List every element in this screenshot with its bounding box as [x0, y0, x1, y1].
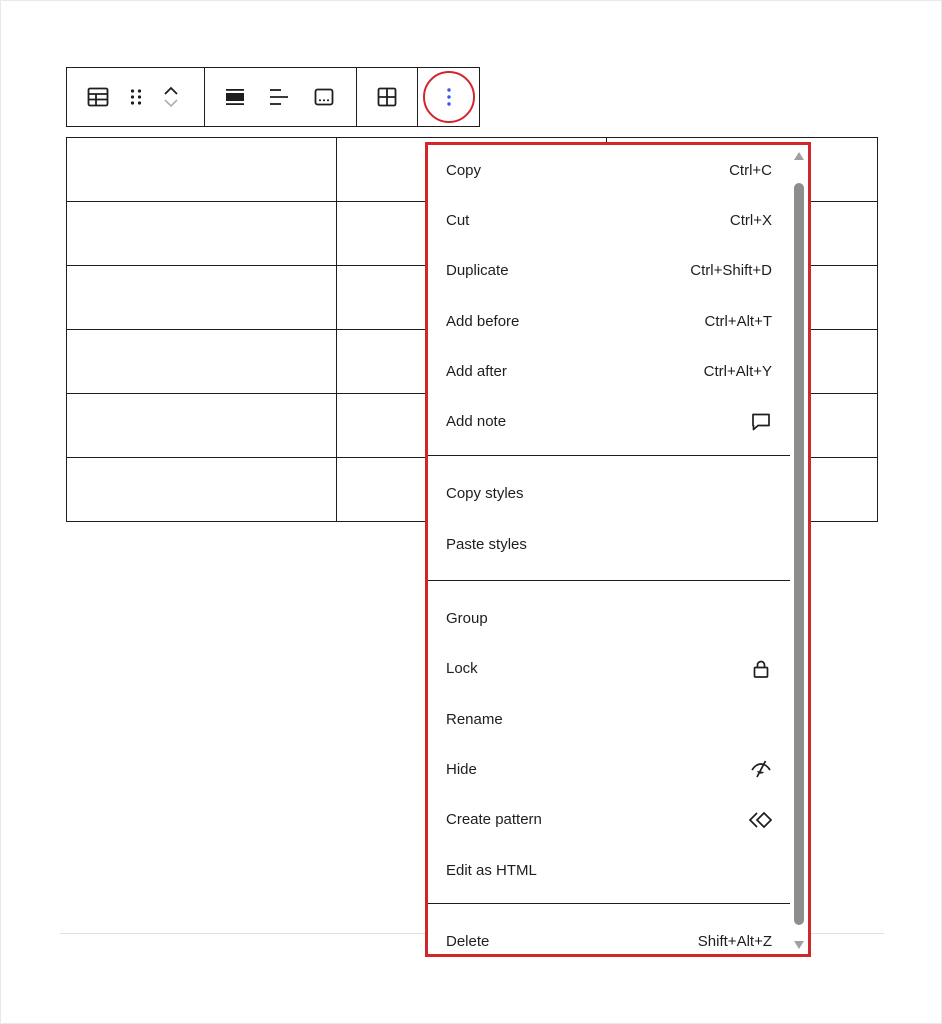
pattern-icon: [748, 811, 773, 828]
lock-icon: [753, 660, 769, 678]
menu-item-lock[interactable]: Lock: [446, 644, 772, 694]
shortcut: Ctrl+C: [729, 161, 772, 179]
shortcut: Shift+Alt+Z: [697, 932, 772, 950]
block-mover: [161, 77, 181, 117]
table-cell[interactable]: [66, 201, 337, 266]
table-cell[interactable]: [66, 457, 337, 522]
menu-item-add-after[interactable]: Add after Ctrl+Alt+Y: [446, 346, 772, 396]
comment-icon: [752, 413, 770, 430]
table-cell[interactable]: [66, 393, 337, 458]
move-up-icon[interactable]: [162, 83, 180, 97]
menu-item-duplicate[interactable]: Duplicate Ctrl+Shift+D: [446, 246, 772, 296]
menu-item-hide[interactable]: Hide: [446, 744, 772, 794]
menu-section-tools: Group Lock Rename Hide Create pattern Ed…: [428, 581, 790, 905]
table-edit-icon: [377, 87, 397, 107]
drag-handle[interactable]: [123, 84, 149, 110]
shortcut: Ctrl+Alt+Y: [703, 362, 772, 380]
caption-button[interactable]: [312, 84, 336, 110]
edit-table-button[interactable]: [374, 84, 400, 110]
menu-item-create-pattern[interactable]: Create pattern: [446, 795, 773, 845]
scroll-down-arrow-icon[interactable]: [794, 941, 804, 949]
menu-item-copy-styles[interactable]: Copy styles: [446, 469, 772, 519]
move-down-icon[interactable]: [162, 97, 180, 111]
align-button[interactable]: [223, 84, 247, 110]
menu-item-delete[interactable]: Delete Shift+Alt+Z: [446, 916, 772, 966]
scrollbar-thumb[interactable]: [794, 183, 804, 925]
toolbar-group-table: [357, 68, 418, 126]
menu-item-edit-as-html[interactable]: Edit as HTML: [446, 845, 772, 895]
shortcut: Ctrl+Shift+D: [690, 262, 772, 280]
options-menu-list: Copy Ctrl+C Cut Ctrl+X Duplicate Ctrl+Shift…: [428, 145, 790, 954]
table-cell[interactable]: [66, 137, 337, 202]
toolbar-group-format: [205, 68, 357, 126]
menu-item-rename[interactable]: Rename: [446, 694, 772, 744]
table-cell[interactable]: [66, 329, 337, 394]
menu-section-styles: Copy styles Paste styles: [428, 456, 790, 582]
shortcut: Ctrl+X: [729, 211, 772, 229]
align-icon: [226, 89, 245, 105]
text-align-button[interactable]: [267, 84, 291, 110]
toolbar-group-block: [67, 68, 205, 126]
options-button[interactable]: [422, 71, 475, 123]
shortcut: Ctrl+Alt+T: [704, 312, 772, 330]
menu-scrollbar[interactable]: [793, 149, 805, 952]
block-toolbar: [66, 67, 480, 127]
drag-handle-icon: [130, 89, 142, 105]
scroll-up-arrow-icon[interactable]: [794, 152, 804, 160]
toolbar-group-options: [418, 68, 479, 126]
menu-item-paste-styles[interactable]: Paste styles: [446, 519, 772, 569]
hide-icon: [751, 761, 771, 778]
options-menu: Copy Ctrl+C Cut Ctrl+X Duplicate Ctrl+Shift…: [425, 142, 811, 957]
justify-left-icon: [270, 89, 289, 105]
menu-item-add-note[interactable]: Add note: [446, 396, 772, 446]
table-icon: [87, 87, 109, 107]
menu-item-cut[interactable]: Cut Ctrl+X: [446, 195, 772, 245]
caption-icon: [314, 88, 334, 106]
menu-item-add-before[interactable]: Add before Ctrl+Alt+T: [446, 296, 772, 346]
table-block-button[interactable]: [85, 84, 111, 110]
menu-section-clipboard: Copy Ctrl+C Cut Ctrl+X Duplicate Ctrl+Shift…: [428, 145, 790, 456]
menu-section-delete: Delete Shift+Alt+Z: [428, 904, 790, 966]
menu-item-copy[interactable]: Copy Ctrl+C: [446, 145, 772, 195]
more-options-icon: [446, 88, 451, 106]
table-cell[interactable]: [66, 265, 337, 330]
menu-item-group[interactable]: Group: [446, 593, 772, 643]
